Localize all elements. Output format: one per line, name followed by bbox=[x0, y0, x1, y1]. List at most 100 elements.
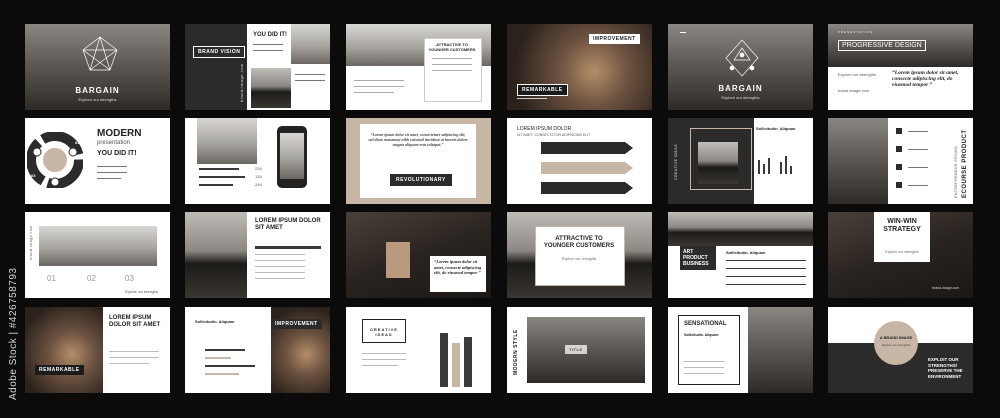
slide-label: SENSATIONAL bbox=[684, 321, 727, 327]
stock-id-watermark: Adobe Stock | #426758793 bbox=[8, 267, 19, 400]
small-label: PRESENTATION bbox=[838, 30, 873, 34]
slide-label: IMPROVEMENT bbox=[589, 34, 640, 44]
phone-mockup bbox=[277, 126, 307, 188]
slide-vertical-title: ECOURSE PRODUCT bbox=[962, 129, 968, 198]
quote-text: “Lorem ipsum dolor sit amet, consecte ad… bbox=[434, 259, 482, 275]
slide-heading: WIN-WIN STRATEGY bbox=[883, 218, 921, 233]
side-label: CREATIVE IDEAS bbox=[674, 143, 678, 180]
step-number: 02 bbox=[87, 274, 96, 283]
slide-modern[interactable]: 01 02 03 MODERN presentation YOU DID IT! bbox=[25, 118, 170, 204]
slide-remarkable[interactable]: REMARKABLE LOREM IPSUM DOLOR SIT AMET bbox=[25, 307, 170, 393]
slide-subtitle: presentation bbox=[97, 140, 131, 146]
photo bbox=[748, 307, 813, 393]
slide-modern-style[interactable]: MODERN STYLE TITLE bbox=[507, 307, 652, 393]
slide-vertical-title: MODERN STYLE bbox=[513, 329, 519, 375]
slide-bargain-2[interactable]: BARGAIN Explore our strengths bbox=[668, 24, 813, 110]
slide-phone[interactable]: 234 135 249 bbox=[185, 118, 330, 204]
slide-win-win[interactable]: WIN-WIN STRATEGY Explore our strengths b… bbox=[828, 212, 973, 298]
photo bbox=[185, 212, 247, 298]
step-number: 03 bbox=[31, 173, 36, 178]
slide-attractive[interactable]: ATTRACTIVE TO YOUNGER CUSTOMERS bbox=[346, 24, 491, 110]
slide-label: CREATIVE IDEAS bbox=[370, 327, 398, 337]
slide-subtitle: Explore our strengths bbox=[838, 72, 877, 77]
circle-label: A BRAND IMAGE bbox=[879, 335, 913, 340]
slide-numbered-photo[interactable]: brand-image.com 01 02 03 Explore our str… bbox=[25, 212, 170, 298]
side-url: brand-image.com bbox=[239, 63, 244, 102]
slide-quote-photo[interactable]: “Lorem ipsum dolor sit amet, consecte ad… bbox=[346, 212, 491, 298]
slide-creative-chart[interactable]: Sollicitudin. Aliquam CREATIVE IDEAS bbox=[668, 118, 813, 204]
photo bbox=[291, 24, 330, 64]
icon-square bbox=[896, 146, 902, 152]
slide-subtitle: Explore our strengths bbox=[561, 256, 597, 261]
quote-text: “Lorem ipsum dolor sit amet, consectetue… bbox=[368, 132, 468, 147]
slide-heading: LOREM IPSUM DOLOR bbox=[517, 126, 572, 132]
stat-value: 234 bbox=[255, 166, 262, 171]
photo bbox=[25, 307, 103, 393]
slide-title: PROGRESSIVE DESIGN bbox=[838, 40, 926, 51]
geometric-logo-icon bbox=[82, 36, 118, 71]
slide-subtitle: Explore our strengths bbox=[78, 97, 117, 102]
arrow-steps-icon bbox=[541, 142, 633, 194]
slide-brand-vision[interactable]: BRAND VISION YOU DID IT! brand-image.com bbox=[185, 24, 330, 110]
icon-square bbox=[896, 182, 902, 188]
slide-heading: Sollicitudin. Aliquam bbox=[756, 126, 796, 131]
slide-title: BARGAIN bbox=[75, 86, 120, 95]
photo bbox=[197, 118, 257, 164]
slide-brand-image[interactable]: A BRAND IMAGE Explore our strengths EXPL… bbox=[828, 307, 973, 393]
icon-square bbox=[896, 128, 902, 134]
photo bbox=[39, 226, 157, 266]
photo bbox=[698, 142, 738, 184]
quote-text: “Lorem ipsum dolor sit amet, consecte ad… bbox=[892, 70, 959, 88]
slide-label: ART PRODUCT BUSINESS bbox=[680, 246, 716, 270]
slide-vertical-subtitle: ENTREPRENEUR PROMO bbox=[954, 145, 958, 198]
slide-attractive-framed[interactable]: ATTRACTIVE TO YOUNGER CUSTOMERS Explore … bbox=[507, 212, 652, 298]
step-number: 01 bbox=[29, 136, 34, 141]
slide-subtitle: Explore our strengths bbox=[125, 290, 159, 294]
slide-heading: ATTRACTIVE TO YOUNGER CUSTOMERS bbox=[543, 236, 615, 249]
vase-shape bbox=[386, 242, 410, 278]
slide-lorem-photo[interactable]: LOREM IPSUM DOLOR SIT AMET bbox=[185, 212, 330, 298]
step-number: 02 bbox=[75, 140, 80, 145]
slide-bargain[interactable]: BARGAIN Explore our strengths bbox=[25, 24, 170, 110]
slide-heading: ATTRACTIVE TO YOUNGER CUSTOMERS bbox=[428, 42, 476, 52]
slide-heading: Sollicitudin. Aliquam bbox=[726, 250, 766, 255]
slide-creative-ideas[interactable]: CREATIVE IDEAS bbox=[346, 307, 491, 393]
site-url: brand-image.com bbox=[932, 286, 960, 290]
slide-ecourse[interactable]: ECOURSE PRODUCT ENTREPRENEUR PROMO bbox=[828, 118, 973, 204]
photo bbox=[828, 118, 888, 204]
slide-subtitle: Explore our strengths bbox=[885, 250, 919, 254]
slide-heading: Sollicitudin. Aliquam bbox=[684, 333, 719, 337]
slide-heading: Sollicitudin. Aliquam bbox=[195, 319, 235, 324]
slide-label: REMARKABLE bbox=[35, 365, 84, 375]
step-number: 01 bbox=[47, 274, 56, 283]
photo bbox=[668, 212, 813, 246]
slide-label: IMPROVEMENT bbox=[271, 319, 322, 329]
slide-heading: LOREM IPSUM DOLOR SIT AMET bbox=[255, 218, 321, 231]
slide-title: BARGAIN bbox=[718, 84, 763, 93]
slide-label: REVOLUTIONARY bbox=[390, 174, 452, 186]
site-url: brand-image.com bbox=[838, 88, 870, 93]
diamond-logo-icon bbox=[725, 39, 759, 77]
slide-heading: LOREM IPSUM DOLOR SIT AMET bbox=[109, 315, 161, 328]
slide-revolutionary[interactable]: “Lorem ipsum dolor sit amet, consectetue… bbox=[346, 118, 491, 204]
slide-title: MODERN bbox=[97, 128, 142, 139]
photo bbox=[251, 68, 291, 108]
slide-arrows[interactable]: LOREM IPSUM DOLOR SIT AMET, CONSECTETUR … bbox=[507, 118, 652, 204]
stat-value: 249 bbox=[255, 182, 262, 187]
slide-sensational[interactable]: SENSATIONAL Sollicitudin. Aliquam bbox=[668, 307, 813, 393]
slide-subtitle: SIT AMET, CONSECTETUR ADIPISCING ELIT bbox=[517, 133, 591, 137]
slide-heading: YOU DID IT! bbox=[253, 32, 287, 38]
slide-label: REMARKABLE bbox=[517, 84, 568, 96]
slide-progressive-design[interactable]: PRESENTATION PROGRESSIVE DESIGN Explore … bbox=[828, 24, 973, 110]
slide-art-product[interactable]: ART PRODUCT BUSINESS Sollicitudin. Aliqu… bbox=[668, 212, 813, 298]
icon-square bbox=[896, 164, 902, 170]
slide-label: BRAND VISION bbox=[193, 46, 246, 58]
slide-improvement-bars[interactable]: IMPROVEMENT Sollicitudin. Aliquam bbox=[185, 307, 330, 393]
slide-heading: YOU DID IT! bbox=[97, 150, 137, 157]
slide-improvement[interactable]: IMPROVEMENT REMARKABLE bbox=[507, 24, 652, 110]
slide-heading: EXPLOIT OUR STRENGTHS/ PRESERVE THE ENVI… bbox=[928, 357, 963, 379]
side-url: brand-image.com bbox=[29, 225, 33, 260]
step-number: 03 bbox=[125, 274, 134, 283]
circle-subtitle: Explore our strengths bbox=[881, 343, 911, 347]
stat-value: 135 bbox=[255, 174, 262, 179]
